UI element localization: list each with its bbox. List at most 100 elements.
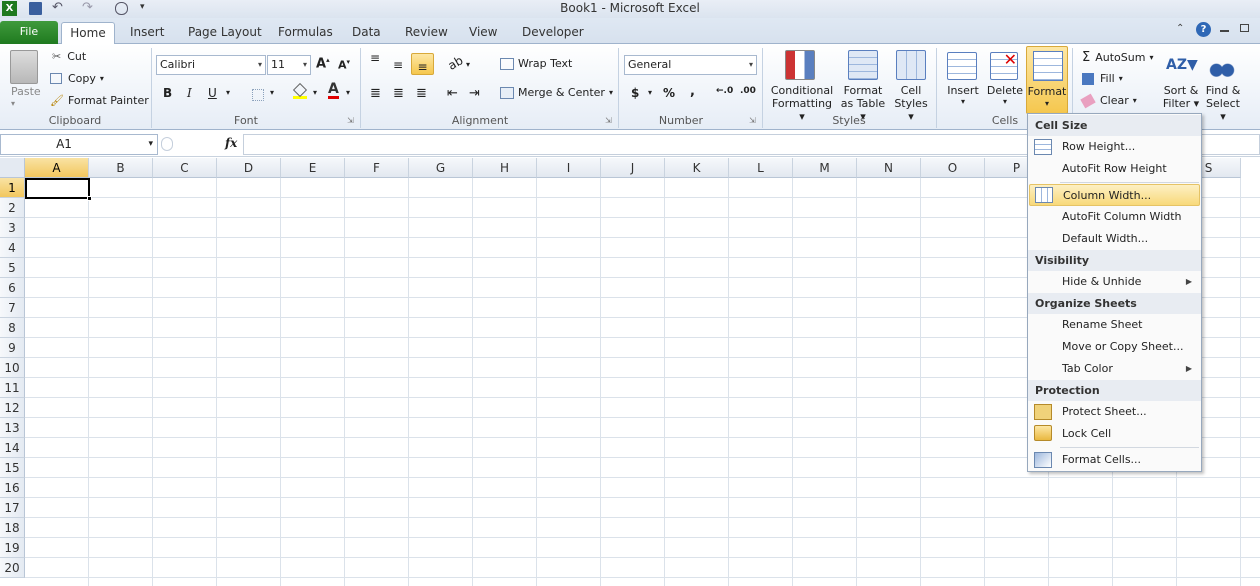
- increase-decimal-icon[interactable]: ←.0: [716, 86, 733, 96]
- row-header-13[interactable]: 13: [0, 418, 25, 438]
- wrap-text-button[interactable]: Wrap Text: [500, 57, 572, 70]
- row-header-1[interactable]: 1: [0, 178, 25, 198]
- format-button[interactable]: Format ▾: [1026, 46, 1068, 114]
- column-header-k[interactable]: K: [665, 158, 729, 178]
- format-as-table-icon[interactable]: [848, 50, 878, 80]
- paste-button[interactable]: Paste: [11, 85, 41, 98]
- align-bottom-icon[interactable]: ≡: [411, 53, 434, 75]
- find-select-button[interactable]: Find & Select ▾: [1202, 84, 1244, 123]
- alignment-dialog-launcher-icon[interactable]: ⇲: [605, 116, 612, 125]
- align-left-icon[interactable]: ≣: [370, 86, 381, 101]
- font-name-select[interactable]: Calibri ▾: [156, 55, 266, 75]
- tab-view[interactable]: View: [465, 22, 501, 44]
- underline-dropdown-icon[interactable]: ▾: [226, 88, 230, 97]
- decrease-indent-icon[interactable]: ⇤: [447, 86, 458, 101]
- merge-center-button[interactable]: Merge & Center ▾: [500, 86, 613, 99]
- row-header-2[interactable]: 2: [0, 198, 25, 218]
- column-header-n[interactable]: N: [857, 158, 921, 178]
- row-header-3[interactable]: 3: [0, 218, 25, 238]
- number-format-select[interactable]: General ▾: [624, 55, 757, 75]
- menu-item-autofit-column-width[interactable]: AutoFit Column Width: [1029, 206, 1200, 228]
- align-middle-icon[interactable]: ≡: [393, 58, 403, 72]
- column-header-o[interactable]: O: [921, 158, 985, 178]
- menu-item-default-width[interactable]: Default Width...: [1029, 228, 1200, 250]
- fill-color-dropdown-icon[interactable]: ▾: [313, 88, 317, 97]
- column-header-m[interactable]: M: [793, 158, 857, 178]
- align-right-icon[interactable]: ≣: [416, 86, 427, 101]
- column-header-f[interactable]: F: [345, 158, 409, 178]
- column-header-j[interactable]: J: [601, 158, 665, 178]
- insert-function-button[interactable]: fx: [225, 136, 237, 150]
- tab-file[interactable]: File: [0, 21, 58, 44]
- row-header-15[interactable]: 15: [0, 458, 25, 478]
- clear-button[interactable]: Clear ▾: [1080, 93, 1137, 108]
- menu-item-row-height[interactable]: Row Height...: [1029, 136, 1200, 158]
- font-color-icon[interactable]: A: [328, 82, 339, 99]
- sort-filter-button[interactable]: Sort & Filter ▾: [1160, 84, 1202, 110]
- autosum-button[interactable]: Σ AutoSum ▾: [1082, 50, 1153, 65]
- column-header-l[interactable]: L: [729, 158, 793, 178]
- menu-item-column-width[interactable]: Column Width...: [1029, 184, 1200, 206]
- tab-home[interactable]: Home: [61, 22, 115, 45]
- grow-font-icon[interactable]: A▴: [316, 56, 330, 71]
- menu-item-protect-sheet[interactable]: Protect Sheet...: [1029, 401, 1200, 423]
- tab-developer[interactable]: Developer: [518, 22, 588, 44]
- select-all-corner[interactable]: [0, 158, 25, 178]
- tab-formulas[interactable]: Formulas: [274, 22, 337, 44]
- column-header-a[interactable]: A: [25, 158, 89, 178]
- fill-color-icon[interactable]: [292, 82, 308, 100]
- column-header-g[interactable]: G: [409, 158, 473, 178]
- column-header-e[interactable]: E: [281, 158, 345, 178]
- orientation-icon[interactable]: ab: [446, 53, 466, 73]
- percent-button[interactable]: %: [663, 86, 675, 100]
- paste-dropdown-icon[interactable]: ▾: [11, 99, 15, 108]
- window-restore-icon[interactable]: [1240, 24, 1249, 32]
- minimize-ribbon-icon[interactable]: ⌃: [1176, 23, 1184, 34]
- formula-bar-options-icon[interactable]: [161, 137, 173, 151]
- font-dialog-launcher-icon[interactable]: ⇲: [347, 116, 354, 125]
- row-header-9[interactable]: 9: [0, 338, 25, 358]
- row-header-7[interactable]: 7: [0, 298, 25, 318]
- currency-button[interactable]: $: [631, 86, 639, 100]
- row-header-16[interactable]: 16: [0, 478, 25, 498]
- name-box[interactable]: A1 ▾: [0, 134, 158, 155]
- underline-button[interactable]: U: [208, 86, 217, 100]
- cell-styles-icon[interactable]: [896, 50, 926, 80]
- insert-cells-icon[interactable]: [947, 52, 977, 80]
- currency-dropdown-icon[interactable]: ▾: [648, 88, 652, 97]
- row-header-4[interactable]: 4: [0, 238, 25, 258]
- font-size-select[interactable]: 11 ▾: [267, 55, 311, 75]
- tab-insert[interactable]: Insert: [126, 22, 168, 44]
- borders-dropdown-icon[interactable]: ▾: [270, 88, 274, 97]
- menu-item-format-cells[interactable]: Format Cells...: [1029, 449, 1200, 471]
- format-painter-button[interactable]: 🖌 Format Painter: [50, 94, 149, 107]
- increase-indent-icon[interactable]: ⇥: [469, 86, 480, 101]
- comma-button[interactable]: ,: [690, 84, 695, 99]
- menu-item-tab-color[interactable]: Tab Color ▶: [1029, 358, 1200, 380]
- insert-button[interactable]: Insert ▾: [944, 84, 982, 106]
- shrink-font-icon[interactable]: A▾: [338, 58, 350, 72]
- italic-button[interactable]: I: [187, 86, 192, 100]
- fill-handle[interactable]: [87, 196, 92, 201]
- decrease-decimal-icon[interactable]: .00: [740, 86, 756, 96]
- window-minimize-icon[interactable]: [1220, 30, 1229, 32]
- menu-item-hide-unhide[interactable]: Hide & Unhide ▶: [1029, 271, 1200, 293]
- number-dialog-launcher-icon[interactable]: ⇲: [749, 116, 756, 125]
- conditional-formatting-icon[interactable]: [785, 50, 815, 80]
- active-cell-a1[interactable]: [25, 178, 90, 199]
- row-header-18[interactable]: 18: [0, 518, 25, 538]
- align-center-icon[interactable]: ≣: [393, 86, 404, 101]
- tab-page-layout[interactable]: Page Layout: [184, 22, 266, 44]
- delete-button[interactable]: Delete ▾: [985, 84, 1025, 106]
- borders-icon[interactable]: [252, 89, 264, 101]
- row-header-17[interactable]: 17: [0, 498, 25, 518]
- row-header-20[interactable]: 20: [0, 558, 25, 578]
- tab-review[interactable]: Review: [401, 22, 452, 44]
- row-header-19[interactable]: 19: [0, 538, 25, 558]
- copy-button[interactable]: Copy ▾: [50, 72, 104, 85]
- binoculars-icon[interactable]: [1208, 52, 1236, 78]
- menu-item-rename-sheet[interactable]: Rename Sheet: [1029, 314, 1200, 336]
- bold-button[interactable]: B: [163, 86, 172, 100]
- delete-cells-icon[interactable]: ✕: [990, 52, 1018, 80]
- row-header-6[interactable]: 6: [0, 278, 25, 298]
